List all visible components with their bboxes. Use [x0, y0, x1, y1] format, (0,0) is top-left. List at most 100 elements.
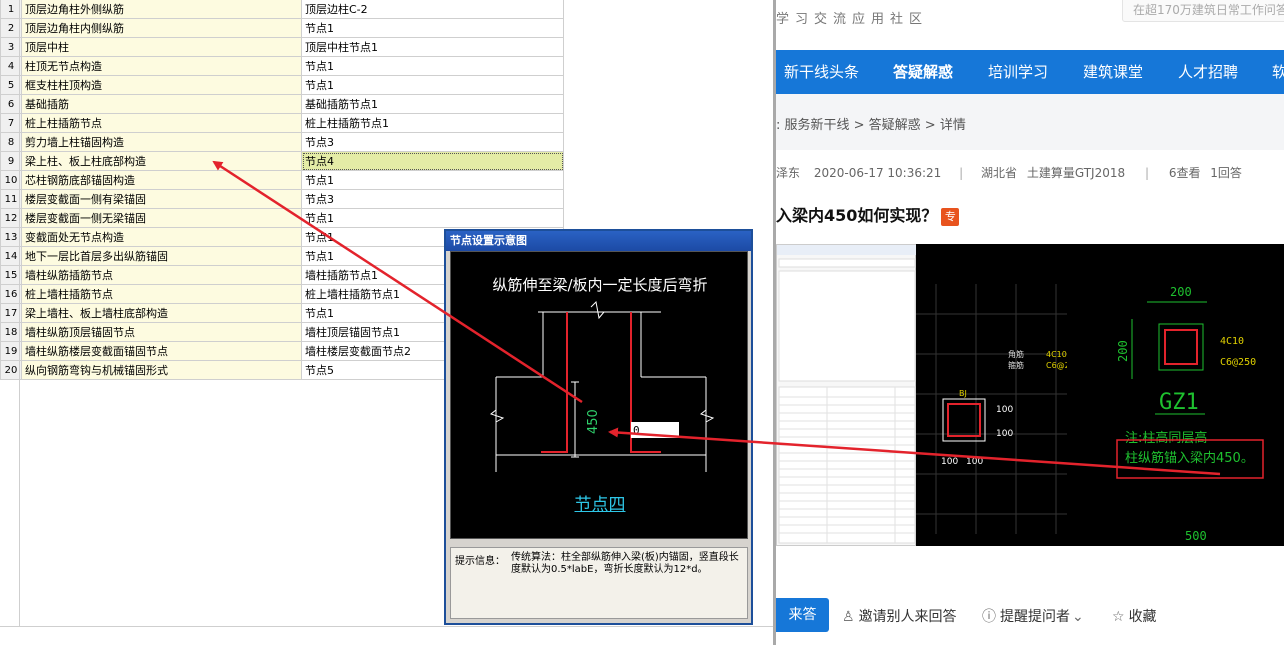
diagram-beam-break-right	[699, 409, 715, 423]
row-number: 3	[0, 37, 22, 57]
cad-name-top: BJ	[959, 389, 967, 398]
cad-right-name: GZ1	[1159, 390, 1199, 415]
search-input[interactable]: 在超170万建筑日常工作问答	[1122, 0, 1284, 22]
table-row[interactable]: 4 柱顶无节点构造 节点1	[0, 56, 564, 76]
cad-dim-3: 100	[941, 457, 958, 467]
setting-name-cell: 芯柱钢筋底部锚固构造	[21, 170, 302, 190]
answer-count: 1回答	[1210, 166, 1242, 180]
favorite-label: 收藏	[1128, 609, 1157, 625]
meta-separator: |	[959, 166, 964, 180]
node-name-label: 节点四	[574, 495, 626, 515]
cad-right-rebar-2: C6@250	[1220, 357, 1256, 368]
table-row[interactable]: 2 顶层边角柱内侧纵筋 节点1	[0, 18, 564, 38]
setting-value-cell[interactable]: 基础插筋节点1	[301, 94, 564, 114]
table-row[interactable]: 6 基础插筋 基础插筋节点1	[0, 94, 564, 114]
row-number: 17	[0, 303, 22, 323]
nav-item-headlines[interactable]: 新干线头条	[784, 50, 859, 94]
setting-name-cell: 桩上柱插筋节点	[21, 113, 302, 133]
setting-name-cell: 顶层边角柱内侧纵筋	[21, 18, 302, 38]
cad-label-stirrup: 箍筋	[1008, 360, 1024, 370]
remind-asker-label: 提醒提问者	[1000, 609, 1070, 625]
row-number: 13	[0, 227, 22, 247]
rebar-left	[541, 312, 568, 453]
dialog-title[interactable]: 节点设置示意图	[446, 231, 751, 251]
setting-value-cell[interactable]: 顶层边柱C-2	[301, 0, 564, 19]
row-number: 8	[0, 132, 22, 152]
setting-name-cell: 框支柱柱顶构造	[21, 75, 302, 95]
setting-value-cell[interactable]: 桩上柱插筋节点1	[301, 113, 564, 133]
cad-right-dim-width: 200	[1170, 285, 1192, 299]
screenshot-cad-left: 角筋 箍筋 4C10 C6@2 BJ 100 100 100 100	[916, 244, 1070, 546]
property-panel-lines	[777, 245, 917, 544]
setting-value-cell[interactable]: 节点1	[301, 208, 564, 228]
row-number: 1	[0, 0, 22, 19]
row-number: 14	[0, 246, 22, 266]
view-count: 6查看	[1168, 166, 1201, 180]
row-number: 9	[0, 151, 22, 171]
row-number: 20	[0, 360, 22, 380]
setting-name-cell: 纵向钢筋弯钩与机械锚固形式	[21, 360, 302, 380]
row-number: 19	[0, 341, 22, 361]
table-row[interactable]: 5 框支柱柱顶构造 节点1	[0, 75, 564, 95]
node-diagram-dialog: 节点设置示意图 纵筋伸至梁/板内一定长度后弯折 450 0 节点四 提示信息： …	[444, 229, 753, 625]
row-number: 12	[0, 208, 22, 228]
nav-item-qa[interactable]: 答疑解惑	[893, 50, 953, 94]
chevron-down-icon: ⌄	[1072, 609, 1084, 625]
nav-item-jobs[interactable]: 人才招聘	[1178, 50, 1238, 94]
table-row[interactable]: 12 楼层变截面一侧无梁锚固 节点1	[0, 208, 564, 228]
setting-name-cell: 楼层变截面一侧有梁锚固	[21, 189, 302, 209]
row-number: 15	[0, 265, 22, 285]
setting-name-cell: 基础插筋	[21, 94, 302, 114]
setting-value-cell[interactable]: 节点3	[301, 189, 564, 209]
setting-name-cell: 地下一层比首层多出纵筋锚固	[21, 246, 302, 266]
table-row[interactable]: 10 芯柱钢筋底部锚固构造 节点1	[0, 170, 564, 190]
setting-name-cell: 楼层变截面一侧无梁锚固	[21, 208, 302, 228]
star-icon: ☆	[1112, 609, 1125, 625]
nav-item-software[interactable]: 软	[1272, 50, 1284, 94]
product-tag[interactable]: 土建算量GTJ2018	[1027, 166, 1125, 180]
diagram-beam-break-left	[489, 409, 505, 423]
forum-page: 学习交流应用社区 在超170万建筑日常工作问答 新干线头条 答疑解惑 培训学习 …	[776, 0, 1284, 645]
setting-value-cell[interactable]: 节点4	[301, 151, 564, 171]
author-name[interactable]: 泽东	[776, 166, 800, 180]
invite-answer-action[interactable]: ♙ 邀请别人来回答	[842, 606, 957, 626]
nav-item-training[interactable]: 培训学习	[988, 50, 1048, 94]
breadcrumb[interactable]: : 服务新干线 > 答疑解惑 > 详情	[776, 114, 966, 133]
info-panel: 提示信息： 传统算法：柱全部纵筋伸入梁(板)内锚固，竖直段长度默认为0.5*la…	[450, 547, 748, 619]
cad-right-note-2: 柱纵筋锚入梁内450。	[1125, 450, 1254, 466]
setting-value-cell[interactable]: 节点3	[301, 132, 564, 152]
row-number: 2	[0, 18, 22, 38]
question-screenshot[interactable]: 角筋 箍筋 4C10 C6@2 BJ 100 100 100 100	[776, 244, 1284, 546]
region: 湖北省	[981, 166, 1018, 180]
setting-name-cell: 桩上墙柱插筋节点	[21, 284, 302, 304]
nav-item-classroom[interactable]: 建筑课堂	[1083, 50, 1143, 94]
row-number: 6	[0, 94, 22, 114]
cad-label-corner: 角筋	[1008, 349, 1024, 359]
setting-value-cell[interactable]: 节点1	[301, 170, 564, 190]
row-number: 16	[0, 284, 22, 304]
table-row[interactable]: 8 剪力墙上柱锚固构造 节点3	[0, 132, 564, 152]
favorite-action[interactable]: ☆ 收藏	[1112, 606, 1157, 626]
setting-value-cell[interactable]: 节点1	[301, 56, 564, 76]
main-nav: 新干线头条 答疑解惑 培训学习 建筑课堂 人才招聘 软	[776, 50, 1284, 94]
table-row[interactable]: 9 梁上柱、板上柱底部构造 节点4	[0, 151, 564, 171]
remind-asker-action[interactable]: ⓘ 提醒提问者 ⌄	[982, 606, 1088, 626]
setting-value-cell[interactable]: 节点1	[301, 75, 564, 95]
table-row[interactable]: 7 桩上柱插筋节点 桩上柱插筋节点1	[0, 113, 564, 133]
node-diagram-canvas: 纵筋伸至梁/板内一定长度后弯折 450 0 节点四	[450, 251, 748, 539]
setting-name-cell: 变截面处无节点构造	[21, 227, 302, 247]
setting-value-cell[interactable]: 顶层中柱节点1	[301, 37, 564, 57]
site-tagline: 学习交流应用社区	[776, 12, 929, 27]
cad-dim-4: 100	[966, 457, 983, 467]
table-row[interactable]: 3 顶层中柱 顶层中柱节点1	[0, 37, 564, 57]
table-row[interactable]: 1 顶层边角柱外侧纵筋 顶层边柱C-2	[0, 0, 564, 19]
cad-value-stirrup: C6@2	[1046, 361, 1067, 370]
setting-name-cell: 顶层中柱	[21, 37, 302, 57]
setting-value-cell[interactable]: 节点1	[301, 18, 564, 38]
table-row[interactable]: 11 楼层变截面一侧有梁锚固 节点3	[0, 189, 564, 209]
row-number: 11	[0, 189, 22, 209]
breadcrumb-bar: : 服务新干线 > 答疑解惑 > 详情	[776, 94, 1284, 150]
answer-button[interactable]: 来答	[776, 598, 829, 632]
setting-name-cell: 剪力墙上柱锚固构造	[21, 132, 302, 152]
grid-bottom-strip	[0, 626, 773, 645]
